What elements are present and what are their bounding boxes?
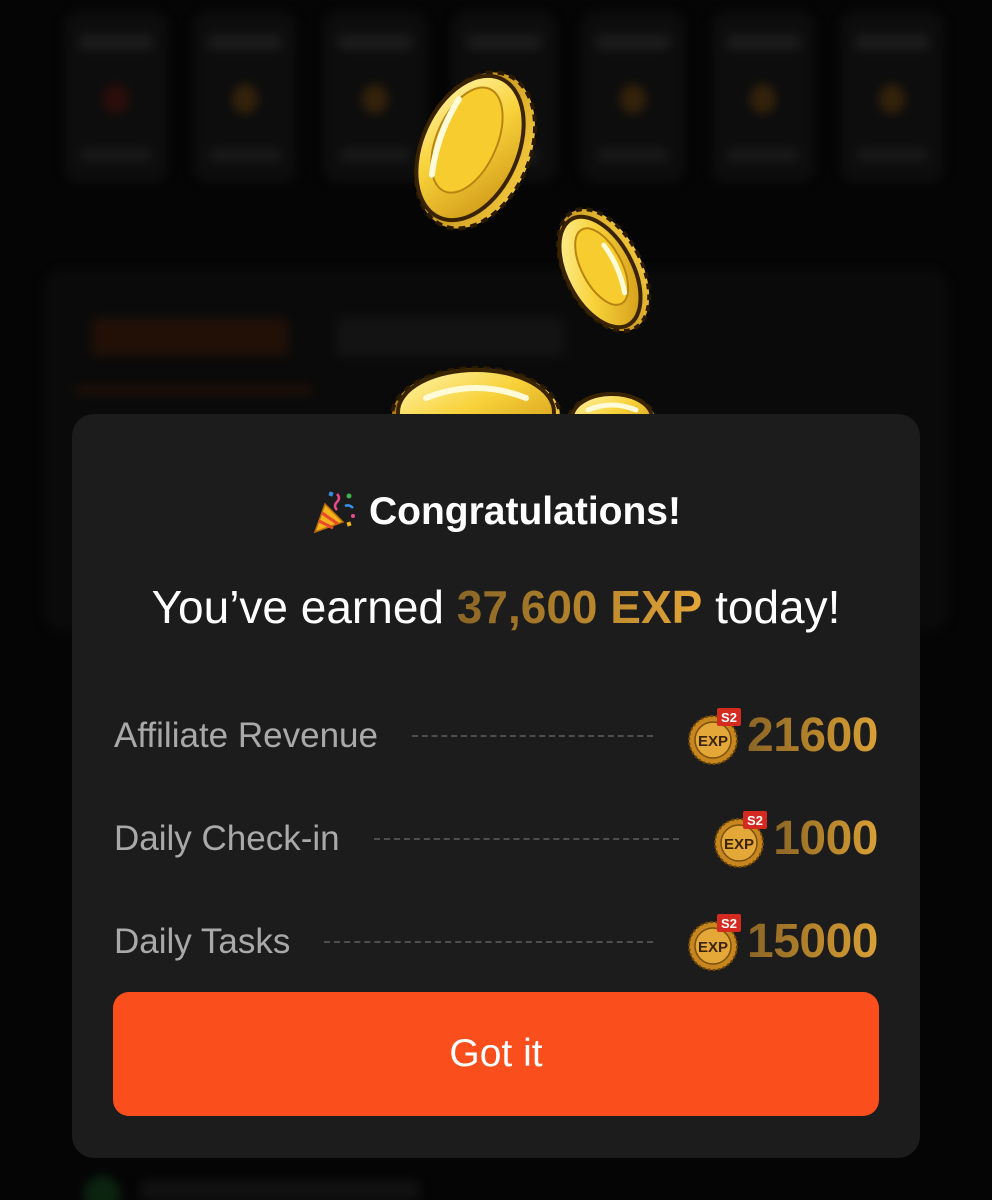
reward-value: EXP S2 15000: [687, 912, 878, 972]
reward-row-daily-checkin: Daily Check-in EXP S2 1000: [114, 787, 878, 890]
exp-coin-icon: EXP S2: [688, 707, 742, 765]
footer-status-dot: [84, 1176, 120, 1200]
modal-title: Congratulations!: [72, 488, 920, 536]
footer-text-placeholder: [140, 1180, 420, 1200]
reward-label: Affiliate Revenue: [114, 715, 378, 755]
checkin-day-3: [322, 12, 427, 182]
reward-label: Daily Check-in: [114, 818, 340, 858]
reward-breakdown: Affiliate Revenue EXP S2 21600 Daily Che…: [114, 684, 878, 993]
earned-prefix: You’ve earned: [151, 581, 457, 633]
svg-text:S2: S2: [721, 916, 737, 931]
checkin-day-4: [451, 12, 556, 182]
earned-suffix: today!: [702, 581, 841, 633]
exp-coin-icon: EXP S2: [714, 810, 768, 868]
reward-value: EXP S2 21600: [687, 706, 878, 766]
checkin-day-7: [839, 12, 944, 182]
tab-underline: [76, 386, 312, 394]
reward-amount: 15000: [747, 915, 878, 968]
checkin-day-5: [581, 12, 686, 182]
checkin-day-6: [710, 12, 815, 182]
tab-other-tasks: [336, 318, 564, 356]
earned-summary: You’ve earned 37,600 EXP today!: [72, 580, 920, 634]
exp-coin-icon: EXP S2: [688, 913, 742, 971]
svg-text:S2: S2: [747, 813, 763, 828]
reward-row-daily-tasks: Daily Tasks EXP S2 15000: [114, 890, 878, 993]
svg-text:EXP: EXP: [698, 939, 728, 956]
svg-text:S2: S2: [721, 710, 737, 725]
dotted-leader: [373, 837, 680, 840]
dotted-leader: [411, 734, 654, 737]
got-it-button[interactable]: Got it: [113, 992, 879, 1116]
reward-amount: 21600: [747, 709, 878, 762]
svg-text:EXP: EXP: [698, 733, 728, 750]
title-text: Congratulations!: [369, 490, 681, 533]
svg-text:EXP: EXP: [724, 836, 754, 853]
checkin-day-2: [193, 12, 298, 182]
dotted-leader: [324, 940, 654, 943]
reward-label: Daily Tasks: [114, 921, 291, 961]
reward-value: EXP S2 1000: [713, 809, 878, 869]
reward-row-affiliate-revenue: Affiliate Revenue EXP S2 21600: [114, 684, 878, 787]
daily-checkin-row: [64, 12, 944, 202]
tab-daily-tasks: [92, 318, 288, 356]
checkin-day-1: [64, 12, 168, 182]
congratulations-modal: Congratulations! You’ve earned 37,600 EX…: [72, 414, 920, 1158]
reward-amount: 1000: [773, 812, 878, 865]
earned-amount: 37,600 EXP: [456, 581, 703, 633]
party-popper-icon: [313, 491, 355, 534]
